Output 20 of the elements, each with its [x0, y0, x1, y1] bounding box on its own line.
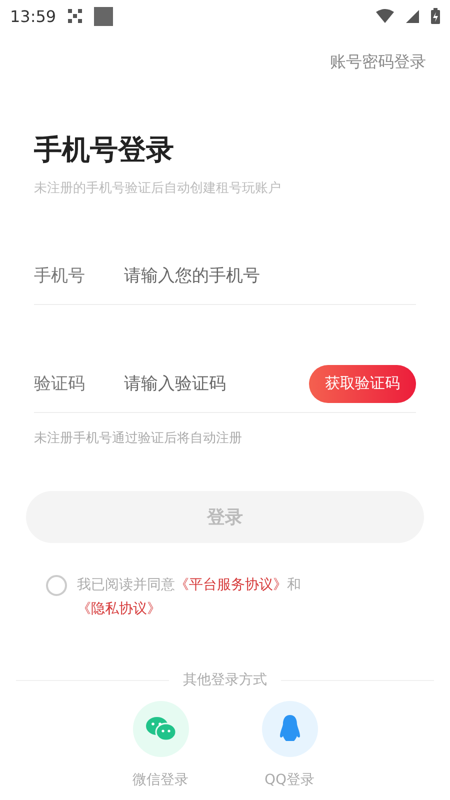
notification-icon [68, 9, 82, 23]
get-code-button[interactable]: 获取验证码 [309, 364, 416, 402]
chat-bubbles-icon [144, 715, 176, 743]
agreement-text: 我已阅读并同意《平台服务协议》和 《隐私协议》 [77, 576, 302, 619]
subtitle: 未注册的手机号验证后自动创建租号玩账户 [34, 180, 282, 197]
status-time: 13:59 [10, 6, 56, 26]
wifi-icon [376, 9, 394, 23]
page-title: 手机号登录 [34, 132, 175, 168]
penguin-icon [278, 714, 302, 744]
other-login-title: 其他登录方式 [183, 671, 267, 689]
hint-text: 未注册手机号通过验证后将自动注册 [34, 430, 243, 447]
service-agreement-link[interactable]: 《平台服务协议》 [175, 577, 287, 593]
privacy-link[interactable]: 《隐私协议》 [77, 601, 161, 617]
battery-icon [431, 8, 440, 24]
agree-checkbox[interactable] [46, 575, 67, 596]
password-login-link[interactable]: 账号密码登录 [330, 52, 426, 73]
field-label: 验证码 [34, 373, 86, 395]
field-label: 手机号 [34, 265, 86, 287]
signal-icon [406, 10, 419, 22]
square-icon [94, 6, 114, 26]
